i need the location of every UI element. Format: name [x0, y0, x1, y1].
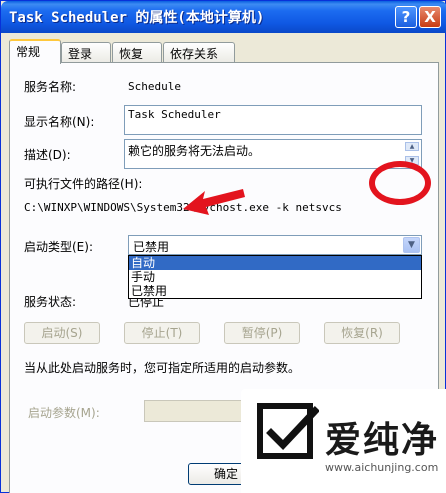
tab-general[interactable]: 常规 — [9, 39, 61, 64]
window-title: Task Scheduler 的属性(本地计算机) — [9, 10, 265, 26]
chevron-down-icon[interactable]: ▼ — [403, 237, 420, 253]
annotation-circle — [369, 161, 431, 205]
title-bar[interactable]: Task Scheduler 的属性(本地计算机) ? X — [1, 1, 446, 33]
resume-button[interactable]: 恢复(R) — [324, 322, 400, 344]
close-icon: X — [424, 8, 436, 26]
option-automatic[interactable]: 自动 — [129, 256, 421, 270]
service-status-label: 服务状态: — [24, 295, 77, 309]
option-disabled[interactable]: 已禁用 — [129, 284, 421, 298]
display-name-field[interactable]: Task Scheduler — [124, 105, 422, 135]
description-value: 赖它的服务将无法启动。 — [128, 144, 261, 158]
tab-logon[interactable]: 登录 — [61, 42, 111, 62]
start-hint-text: 当从此处启动服务时，您可指定所适用的启动参数。 — [24, 361, 301, 375]
help-icon: ? — [401, 8, 411, 26]
tab-label: 登录 — [68, 47, 93, 61]
tab-recovery[interactable]: 恢复 — [112, 42, 162, 62]
annotation-arrow-icon — [183, 189, 245, 215]
pause-button[interactable]: 暂停(P) — [224, 322, 300, 344]
help-button[interactable]: ? — [395, 6, 417, 28]
tab-label: 依存关系 — [170, 47, 219, 61]
tab-dependencies[interactable]: 依存关系 — [163, 42, 235, 62]
startup-type-label: 启动类型(E): — [24, 240, 93, 254]
startup-type-value: 已禁用 — [133, 240, 170, 254]
display-name-label: 显示名称(N): — [24, 115, 95, 129]
display-name-value: Task Scheduler — [128, 108, 221, 121]
properties-window: Task Scheduler 的属性(本地计算机) ? X 常规 登录 恢复 依… — [0, 0, 446, 493]
start-params-label: 启动参数(M): — [28, 406, 100, 420]
option-manual[interactable]: 手动 — [129, 270, 421, 284]
watermark-url: www.aichunjing.com — [325, 461, 439, 474]
service-name-value: Schedule — [128, 80, 181, 93]
service-name-label: 服务名称: — [24, 80, 77, 94]
watermark-brand: 爱纯净 — [325, 420, 440, 461]
start-button[interactable]: 启动(S) — [24, 322, 100, 344]
tab-label: 恢复 — [119, 47, 144, 61]
close-button[interactable]: X — [419, 6, 441, 28]
tab-label: 常规 — [16, 45, 41, 59]
description-field[interactable]: 赖它的服务将无法启动。 ▲ ▼ — [124, 139, 422, 169]
scroll-up-icon[interactable]: ▲ — [405, 142, 419, 151]
description-label: 描述(D): — [24, 148, 71, 162]
startup-type-select[interactable]: 已禁用 ▼ — [128, 235, 422, 255]
watermark: 爱纯净 www.aichunjing.com — [241, 389, 446, 493]
stop-button[interactable]: 停止(T) — [124, 322, 200, 344]
exe-path-label: 可执行文件的路径(H): — [24, 177, 143, 191]
brand-logo-icon — [257, 403, 319, 459]
startup-type-dropdown: 自动 手动 已禁用 — [128, 255, 422, 299]
